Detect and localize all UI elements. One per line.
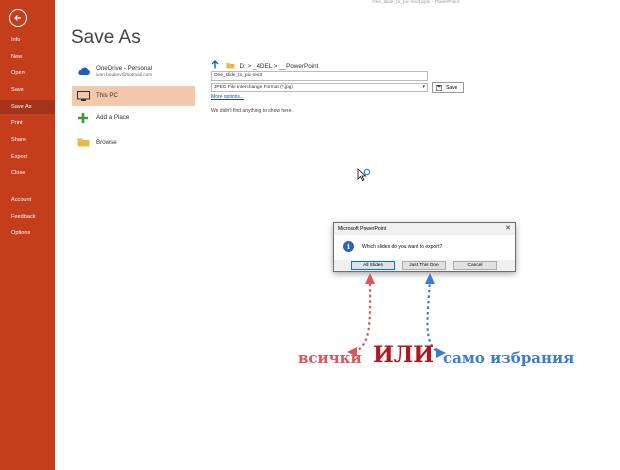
back-button[interactable] (9, 9, 27, 27)
menu-info[interactable]: Info (0, 33, 55, 47)
location-this-pc[interactable]: This PC (72, 86, 195, 106)
location-label: Browse (96, 139, 117, 146)
page-title: Save As (71, 27, 141, 48)
breadcrumb[interactable]: D: > _4DEL > __PowerPoint (211, 60, 318, 70)
save-button[interactable]: Save (432, 82, 464, 93)
menu-options[interactable]: Options (0, 226, 55, 240)
menu-share[interactable]: Share (0, 133, 55, 147)
breadcrumb-path[interactable]: D: > _4DEL > __PowerPoint (240, 63, 319, 70)
location-label: This PC (96, 92, 119, 99)
save-icon (436, 85, 442, 91)
just-this-one-button[interactable]: Just This One (402, 261, 446, 270)
dialog-body: i Which slides do you want to export? (334, 235, 515, 260)
all-slides-button[interactable]: All Slides (351, 261, 395, 270)
menu-export[interactable]: Export (0, 150, 55, 164)
menu-close[interactable]: Close (0, 166, 55, 180)
info-icon: i (343, 241, 354, 252)
pc-icon (77, 91, 90, 101)
folder-icon (77, 138, 90, 147)
menu-account[interactable]: Account (0, 193, 55, 207)
filetype-select[interactable]: JPEG File Interchange Format (*.jpg) ▾ (211, 83, 428, 92)
location-add-place[interactable]: Add a Place (72, 109, 195, 129)
more-options-link[interactable]: More options... (211, 94, 244, 100)
filename-input[interactable]: One_slide_to_pic-rev3 (211, 71, 428, 81)
location-label: Add a Place (96, 114, 130, 121)
empty-folder-message: We didn't find anything to show here. (211, 108, 293, 114)
busy-cursor-icon (357, 168, 371, 182)
menu-open[interactable]: Open (0, 66, 55, 80)
dialog-title: Microsoft PowerPoint (338, 226, 387, 232)
cloud-icon (78, 67, 90, 75)
arrowhead-all-slides-top (365, 273, 375, 284)
location-onedrive[interactable]: OneDrive - Personal ivan.boukev@hotmail.… (72, 62, 195, 84)
save-label: Save (446, 84, 458, 91)
dialog-question: Which slides do you want to export? (362, 244, 443, 250)
plus-icon (78, 113, 88, 123)
chevron-down-icon: ▾ (422, 84, 425, 90)
filetype-value: JPEG File Interchange Format (*.jpg) (214, 85, 293, 90)
arrowhead-this-one-top (425, 273, 435, 284)
cancel-button[interactable]: Cancel (453, 261, 497, 270)
close-icon[interactable]: ✕ (505, 224, 511, 232)
arrow-left-icon (14, 15, 21, 21)
location-sublabel: ivan.boukev@hotmail.com (96, 73, 153, 78)
annotation-all: всички (298, 349, 362, 367)
window-title: One_slide_to_pic-rev3.pptx - PowerPoint (372, 0, 460, 5)
menu-save[interactable]: Save (0, 83, 55, 97)
menu-save-as[interactable]: Save As (0, 100, 55, 114)
annotation-selected-only: само избрания (443, 349, 575, 367)
export-dialog: Microsoft PowerPoint ✕ i Which slides do… (333, 222, 516, 272)
backstage-sidebar: Info New Open Save Save As Print Share E… (0, 0, 55, 470)
menu-print[interactable]: Print (0, 116, 55, 130)
up-arrow-icon[interactable] (211, 60, 219, 69)
location-label: OneDrive - Personal (96, 65, 153, 72)
location-browse[interactable]: Browse (72, 134, 195, 154)
annotation-or: ИЛИ (373, 342, 435, 368)
menu-new[interactable]: New (0, 50, 55, 64)
arrow-to-all-slides (353, 277, 372, 354)
folder-icon (226, 63, 235, 69)
menu-feedback[interactable]: Feedback (0, 210, 55, 224)
